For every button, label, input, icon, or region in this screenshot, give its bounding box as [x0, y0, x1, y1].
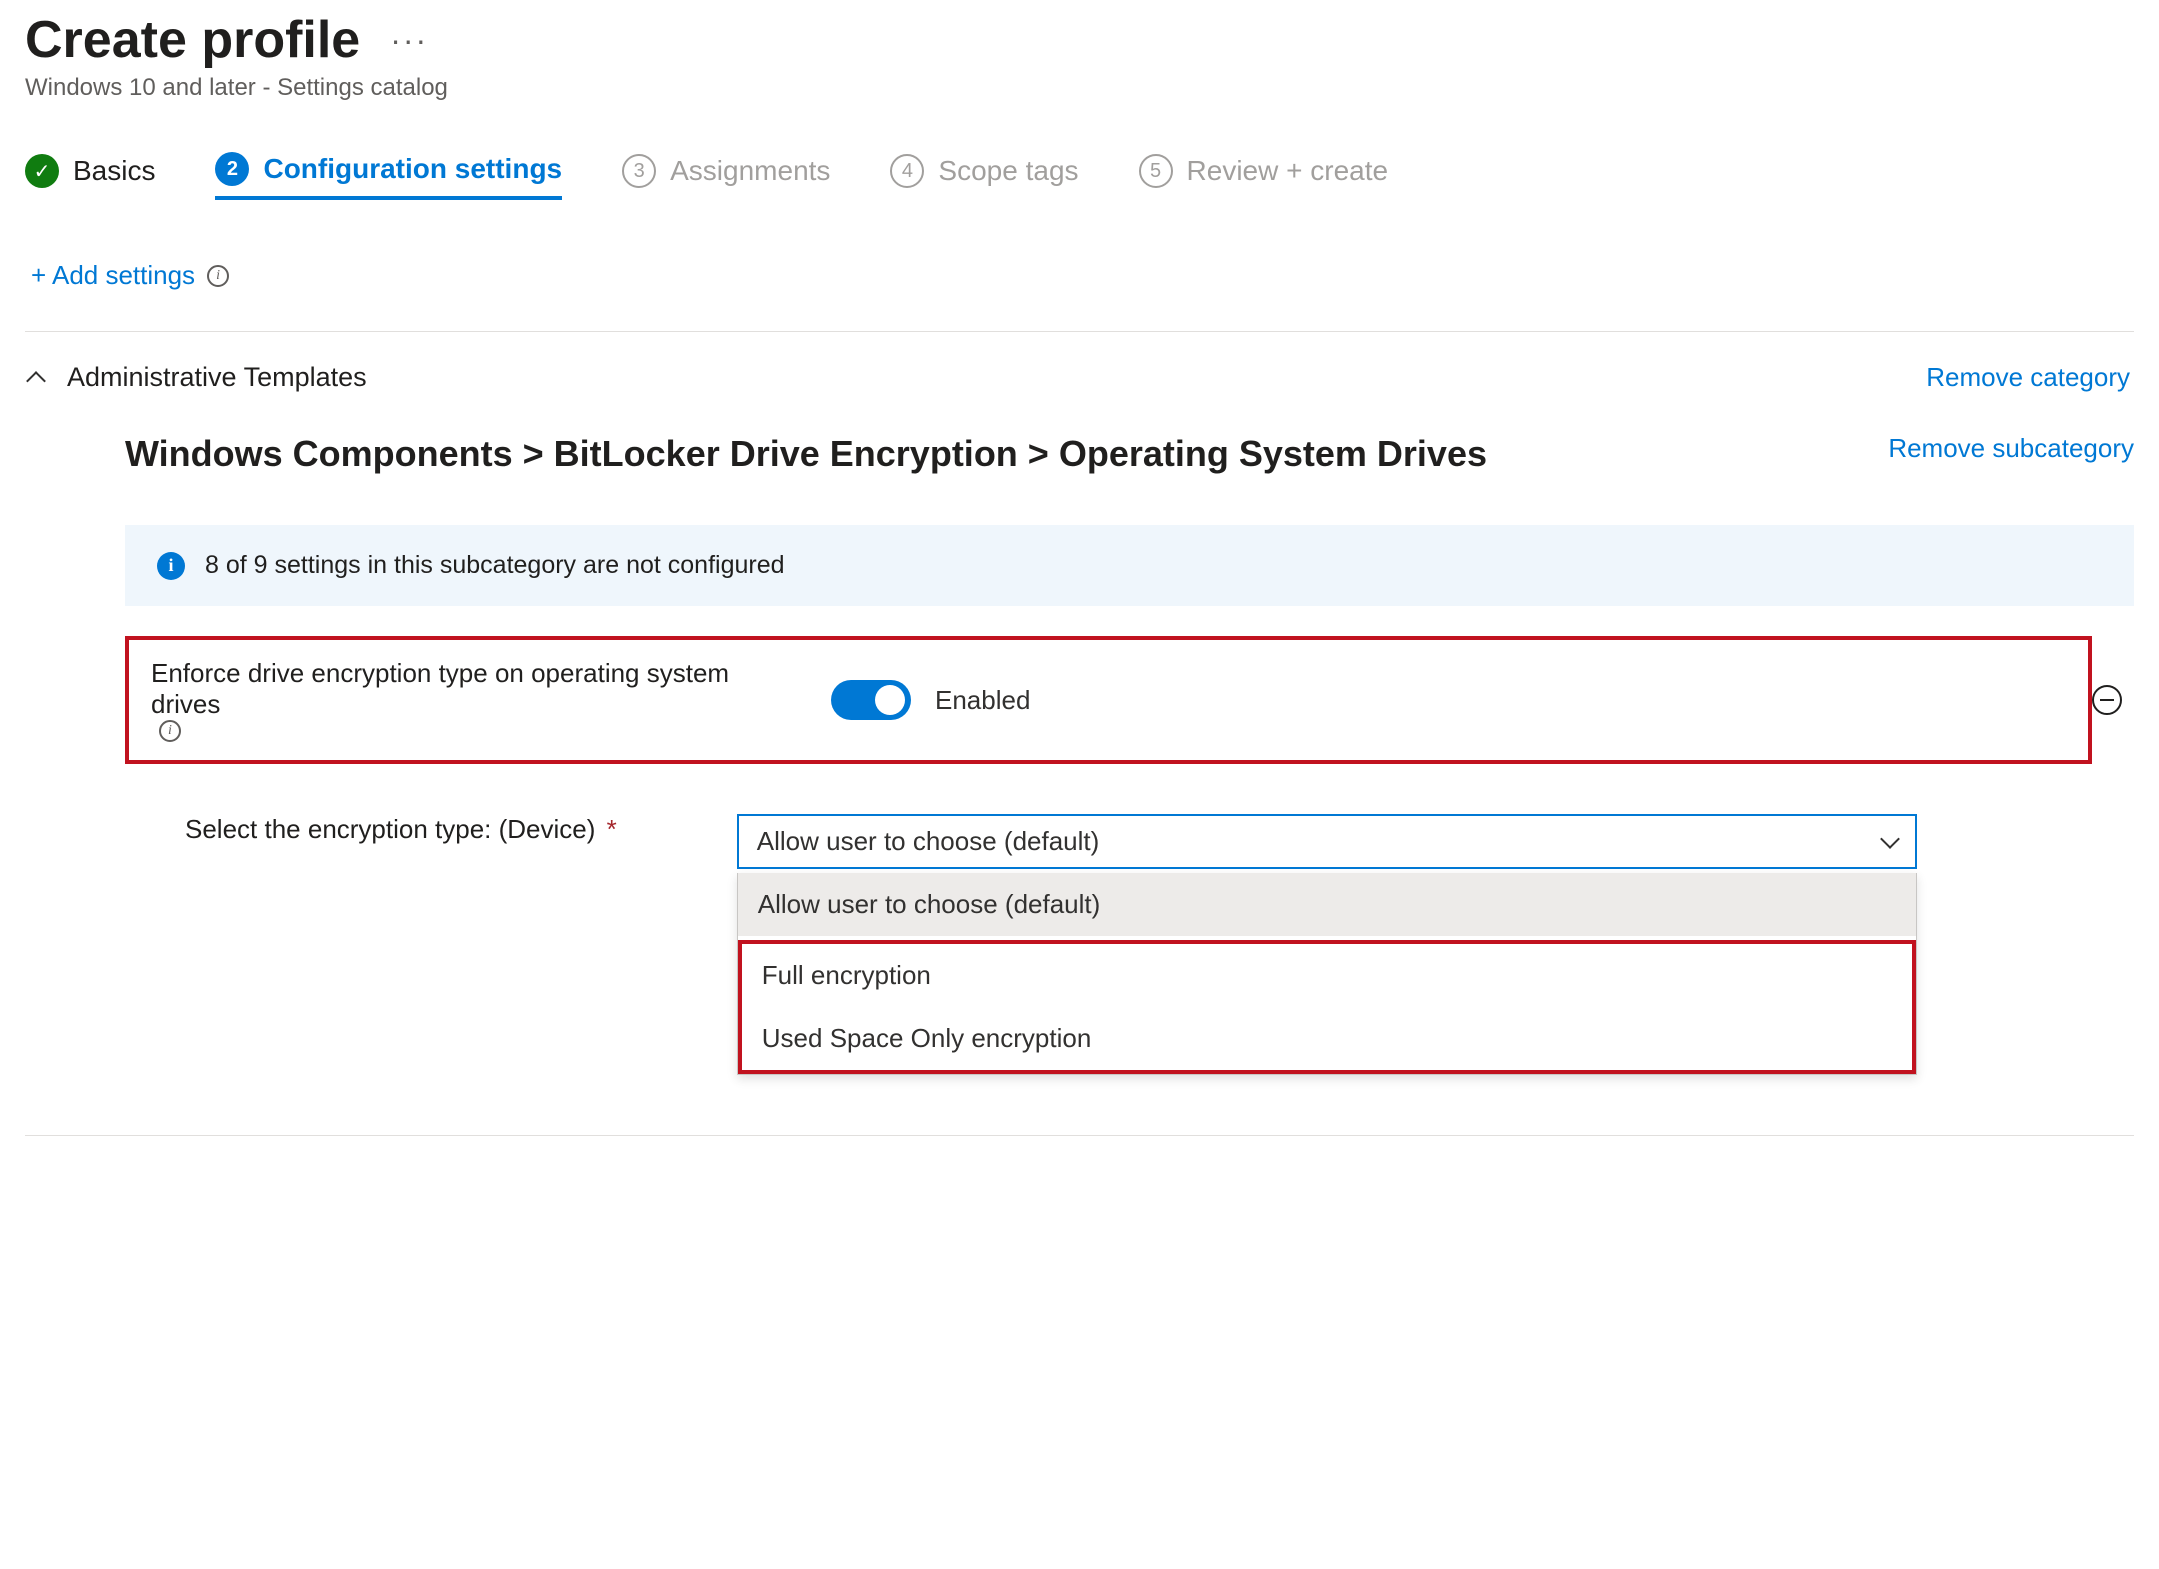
divider	[25, 1135, 2134, 1136]
chevron-down-icon	[1880, 829, 1900, 849]
category-title: Administrative Templates	[67, 362, 367, 393]
check-icon: ✓	[25, 154, 59, 188]
remove-subcategory-link[interactable]: Remove subcategory	[1888, 433, 2134, 464]
divider	[25, 331, 2134, 332]
toggle-enforce-encryption[interactable]	[831, 680, 911, 720]
info-banner-text: 8 of 9 settings in this subcategory are …	[205, 551, 785, 580]
setting-name: Enforce drive encryption type on operati…	[151, 658, 771, 720]
page-subtitle: Windows 10 and later - Settings catalog	[25, 74, 2134, 102]
page-root: Create profile ··· Windows 10 and later …	[0, 0, 2159, 1176]
dropdown-option-full-encryption[interactable]: Full encryption	[742, 944, 1912, 1007]
step-number-icon: 4	[890, 154, 924, 188]
field-row: Select the encryption type: (Device) * A…	[185, 814, 2134, 1075]
info-banner: i 8 of 9 settings in this subcategory ar…	[125, 525, 2134, 606]
wizard-step-label: Review + create	[1187, 155, 1389, 187]
dropdown-option-used-space-only[interactable]: Used Space Only encryption	[742, 1007, 1912, 1070]
wizard-step-label: Configuration settings	[263, 153, 562, 185]
dropdown-select[interactable]: Allow user to choose (default)	[737, 814, 1917, 869]
remove-category-link[interactable]: Remove category	[1926, 362, 2130, 393]
required-asterisk: *	[607, 814, 617, 844]
wizard-tabs: ✓ Basics 2 Configuration settings 3 Assi…	[25, 152, 2134, 200]
toggle-wrap: Enabled	[831, 680, 1030, 720]
add-settings-link[interactable]: + Add settings	[31, 260, 195, 291]
setting-name-wrap: Enforce drive encryption type on operati…	[151, 658, 771, 742]
wizard-step-label: Scope tags	[938, 155, 1078, 187]
chevron-up-icon[interactable]	[26, 371, 46, 391]
setting-row: Enforce drive encryption type on operati…	[125, 636, 2134, 764]
encryption-type-dropdown: Allow user to choose (default) Allow use…	[737, 814, 1917, 1075]
step-number-icon: 5	[1139, 154, 1173, 188]
remove-setting-button[interactable]	[2092, 685, 2122, 715]
wizard-step-label: Assignments	[670, 155, 830, 187]
field-label-text: Select the encryption type: (Device)	[185, 814, 595, 844]
dropdown-list: Allow user to choose (default) Full encr…	[737, 873, 1917, 1075]
wizard-step-assignments[interactable]: 3 Assignments	[622, 154, 830, 198]
minus-icon	[2100, 699, 2114, 701]
dropdown-option-allow-user[interactable]: Allow user to choose (default)	[738, 873, 1916, 936]
dropdown-selected-value: Allow user to choose (default)	[757, 826, 1100, 857]
header: Create profile ··· Windows 10 and later …	[25, 10, 2134, 102]
add-settings-row: + Add settings i	[31, 260, 2134, 291]
info-icon: i	[157, 552, 185, 580]
highlight-box: Enforce drive encryption type on operati…	[125, 636, 2092, 764]
info-icon[interactable]: i	[159, 720, 181, 742]
wizard-step-configuration-settings[interactable]: 2 Configuration settings	[215, 152, 562, 200]
step-number-icon: 3	[622, 154, 656, 188]
subcategory-title: Windows Components > BitLocker Drive Enc…	[125, 433, 1487, 475]
highlight-box: Full encryption Used Space Only encrypti…	[738, 940, 1916, 1074]
wizard-step-review-create[interactable]: 5 Review + create	[1139, 154, 1389, 198]
more-actions-icon[interactable]: ···	[390, 22, 428, 59]
toggle-knob-icon	[875, 685, 905, 715]
wizard-step-basics[interactable]: ✓ Basics	[25, 154, 155, 198]
page-title: Create profile	[25, 10, 360, 70]
field-label: Select the encryption type: (Device) *	[185, 814, 617, 845]
category-header: Administrative Templates Remove category	[25, 362, 2134, 393]
wizard-step-label: Basics	[73, 155, 155, 187]
step-number-icon: 2	[215, 152, 249, 186]
subcategory-row: Windows Components > BitLocker Drive Enc…	[125, 433, 2134, 475]
info-icon[interactable]: i	[207, 265, 229, 287]
toggle-state-label: Enabled	[935, 685, 1030, 716]
wizard-step-scope-tags[interactable]: 4 Scope tags	[890, 154, 1078, 198]
